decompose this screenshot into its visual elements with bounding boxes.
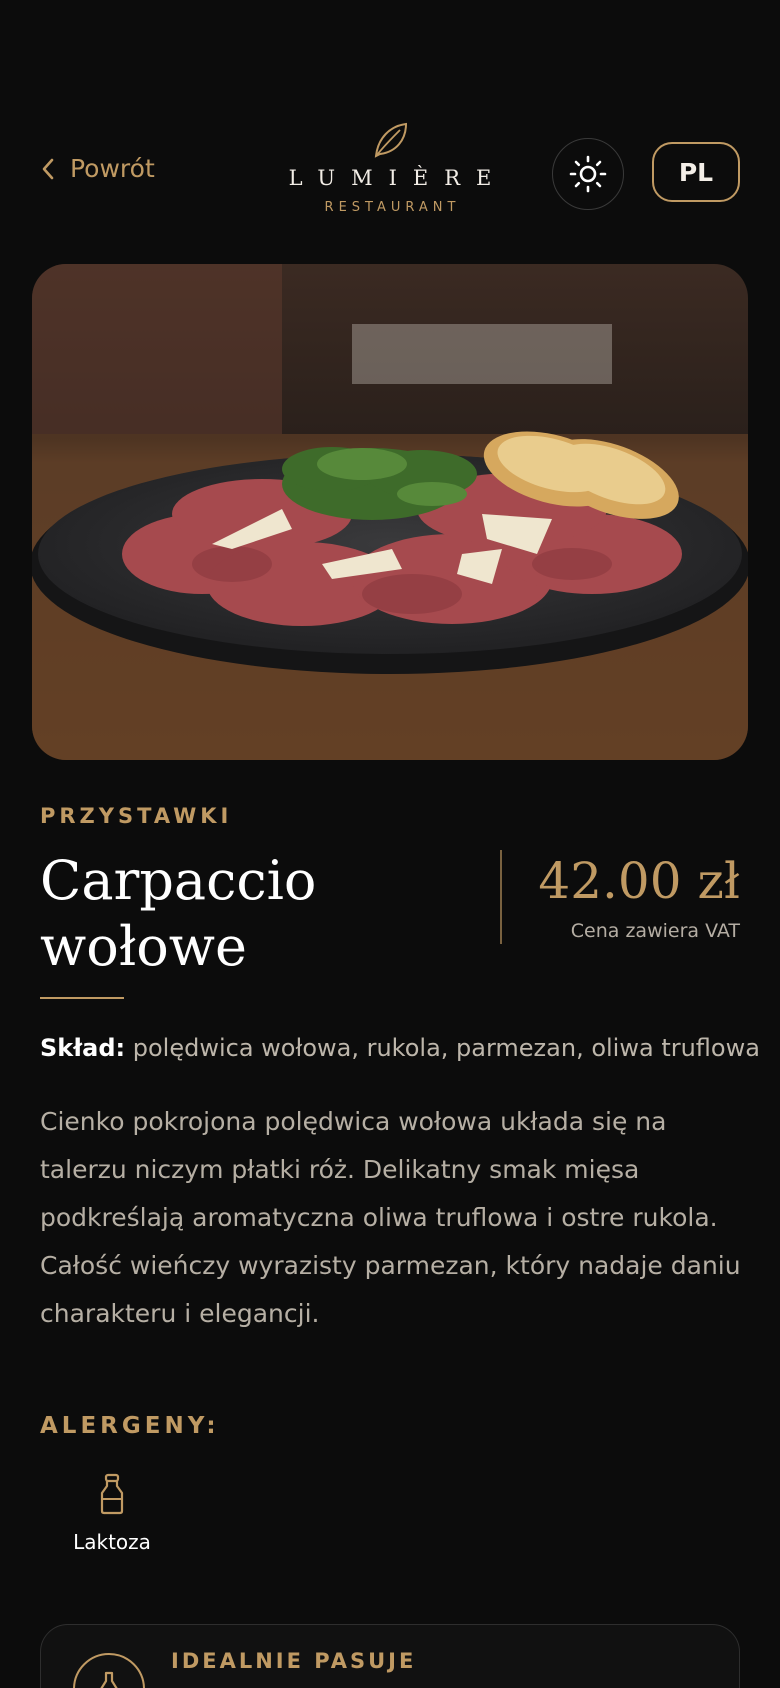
back-label: Powrót [70,154,155,183]
allergens-title: ALERGENY: [40,1413,220,1439]
pairing-title: IDEALNIE PASUJE [171,1649,417,1673]
price-divider [500,850,502,944]
ingredients-label: Skład: [40,1034,126,1062]
allergen-item: Laktoza [70,1472,154,1554]
header: Powrót LUMIÈRE RESTAURANT PL [0,118,780,228]
dish-title: Carpaccio wołowe [40,849,317,978]
back-button[interactable]: Powrót [40,154,155,183]
milk-bottle-icon [100,1473,124,1515]
chevron-left-icon [42,158,54,179]
wine-bottle-icon [100,1671,118,1688]
dish-category: PRZYSTAWKI [40,804,233,828]
dish-price: 42.00 zł [538,852,740,910]
pairing-icon-circle [73,1653,145,1688]
logo-subtitle: RESTAURANT [324,200,461,215]
logo-name: LUMIÈRE [288,166,508,190]
ingredients-list: polędwica wołowa, rukola, parmezan, oliw… [132,1034,760,1062]
ingredients: Skład: polędwica wołowa, rukola, parmeza… [40,1034,760,1062]
pairing-card[interactable]: IDEALNIE PASUJE [40,1624,740,1688]
leaf-icon [374,122,408,158]
title-underline [40,997,124,999]
dish-description: Cienko pokrojona polędwica wołowa układa… [40,1107,741,1328]
dish-image [32,264,748,760]
allergen-label: Laktoza [73,1530,151,1554]
restaurant-logo: LUMIÈRE RESTAURANT [272,118,508,215]
vat-note: Cena zawiera VAT [570,920,740,942]
theme-toggle-button[interactable] [552,138,624,210]
sun-icon [569,155,607,193]
language-button[interactable]: PL [652,142,740,202]
dish-detail-page: Powrót LUMIÈRE RESTAURANT PL PRZYSTAWKI … [0,0,780,1688]
